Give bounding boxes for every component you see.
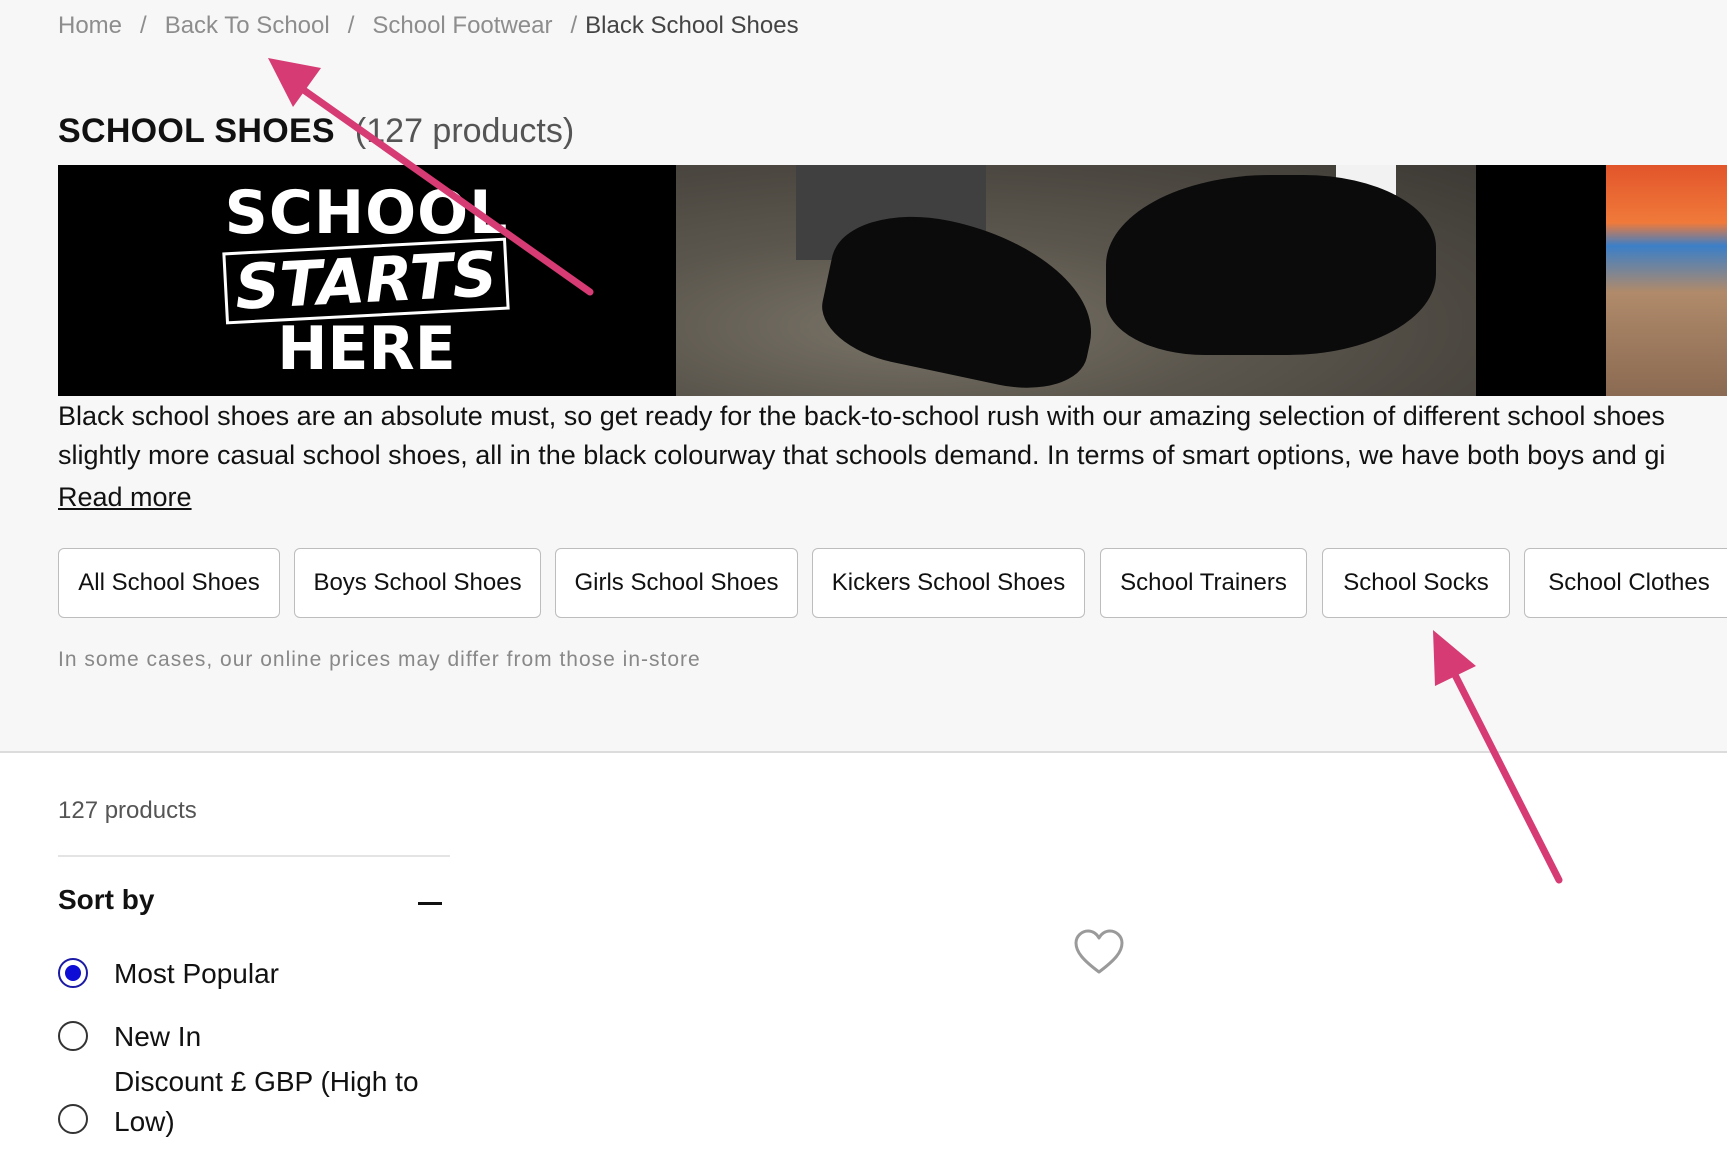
breadcrumb-back-to-school[interactable]: Back To School xyxy=(165,12,330,39)
banner-line-2: STARTS xyxy=(222,237,511,324)
breadcrumb-current: Black School Shoes xyxy=(585,12,799,39)
page-title: SCHOOL SHOES xyxy=(58,112,335,150)
sort-option-label: New In xyxy=(114,1021,202,1052)
banner-black-panel xyxy=(1476,165,1606,396)
chip-all-school-shoes[interactable]: All School Shoes xyxy=(58,548,280,618)
description-line-1: Black school shoes are an absolute must,… xyxy=(58,401,1665,431)
sidebar-divider xyxy=(58,855,450,857)
heart-outline-icon[interactable] xyxy=(1073,928,1125,976)
sort-option-label: Most Popular xyxy=(114,958,279,989)
minus-icon[interactable] xyxy=(417,888,443,918)
breadcrumb-school-footwear[interactable]: School Footwear xyxy=(372,12,552,39)
description-line-2: slightly more casual school shoes, all i… xyxy=(58,440,1666,470)
banner-slogan: SCHOOL STARTS HERE xyxy=(58,165,675,396)
banner-line-3: HERE xyxy=(277,313,456,384)
sort-by-heading: Sort by xyxy=(58,884,155,915)
banner-line-1: SCHOOL xyxy=(224,177,509,248)
read-more-link[interactable]: Read more xyxy=(58,482,192,513)
banner-shoe-left xyxy=(813,198,1109,396)
breadcrumb: Home / Back To School / School Footwear / Blac… xyxy=(58,12,799,40)
banner-books-photo xyxy=(1606,165,1727,396)
radio-new-in[interactable] xyxy=(58,1021,88,1051)
title-row: SCHOOL SHOES (127 products) xyxy=(58,112,574,151)
breadcrumb-separator: / xyxy=(347,12,355,39)
breadcrumb-separator: / xyxy=(570,12,578,39)
chip-school-socks[interactable]: School Socks xyxy=(1322,548,1510,618)
page: Home / Back To School / School Footwear / Blac… xyxy=(0,0,1727,1163)
category-header-area: Home / Back To School / School Footwear / Blac… xyxy=(0,0,1727,753)
chip-kickers-school-shoes[interactable]: Kickers School Shoes xyxy=(812,548,1085,618)
chip-school-clothes[interactable]: School Clothes xyxy=(1524,548,1727,618)
chip-school-trainers[interactable]: School Trainers xyxy=(1100,548,1307,618)
chip-girls-school-shoes[interactable]: Girls School Shoes xyxy=(555,548,798,618)
breadcrumb-home[interactable]: Home xyxy=(58,12,122,39)
radio-discount[interactable] xyxy=(58,1104,88,1134)
title-product-count: (127 products) xyxy=(354,112,575,150)
sort-option-label: Discount £ GBP (High to Low) xyxy=(114,1066,419,1137)
category-description: Black school shoes are an absolute must,… xyxy=(58,397,1727,475)
banner-shoes-photo xyxy=(676,165,1476,396)
radio-most-popular[interactable] xyxy=(58,958,88,988)
promo-banner[interactable]: SCHOOL STARTS HERE xyxy=(58,165,1727,396)
banner-shoe-right xyxy=(1106,175,1436,355)
price-disclaimer: In some cases, our online prices may dif… xyxy=(58,648,701,671)
chip-boys-school-shoes[interactable]: Boys School Shoes xyxy=(294,548,541,618)
product-count: 127 products xyxy=(58,797,197,824)
breadcrumb-separator: / xyxy=(140,12,147,39)
